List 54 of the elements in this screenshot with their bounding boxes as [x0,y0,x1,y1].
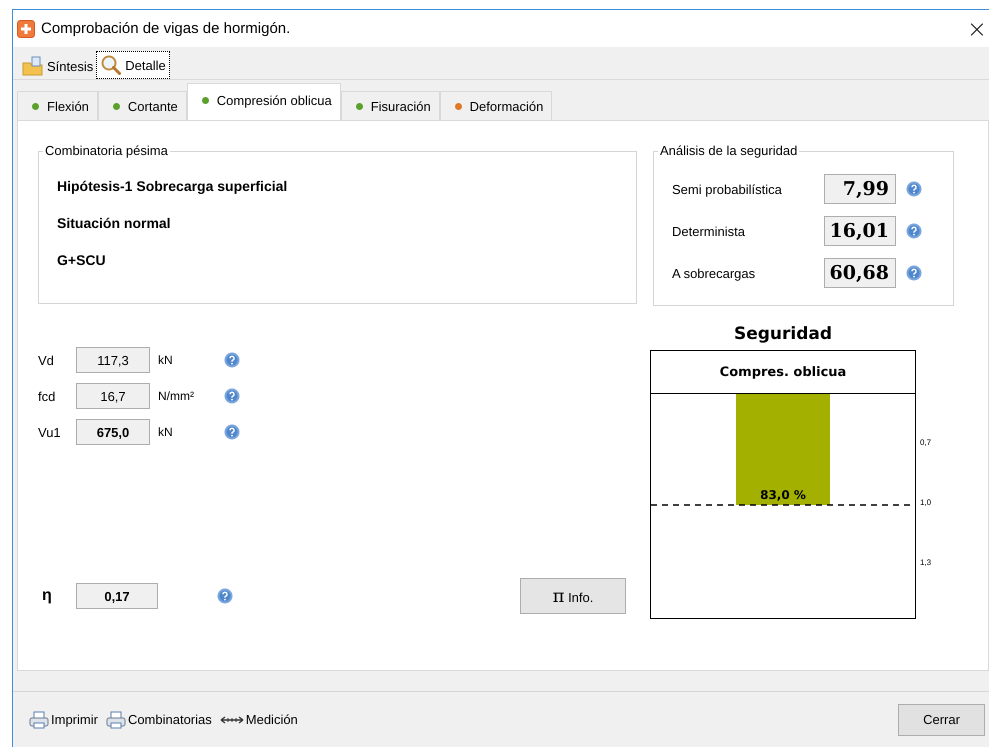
combination-text: Hipótesis-1 Sobrecarga superficial [57,178,288,196]
toolbar-button[interactable]: Combinatorias [104,710,214,728]
help-icon[interactable] [224,388,240,404]
measure-arrow-icon [220,714,244,724]
info-button[interactable]: π Info. [520,578,626,614]
field-label: A sobrecargas [672,266,756,280]
unit-label: kN [157,425,174,439]
help-icon[interactable] [224,424,240,440]
combination-text: Situación normal [57,215,172,233]
value-field: 7,99 [824,174,896,204]
close-button[interactable]: Cerrar [898,704,985,736]
check-tab[interactable]: Cortante [98,91,187,120]
scale-label: 0,7 [920,438,932,447]
folder-icon [22,56,44,76]
help-icon[interactable] [217,588,233,604]
toolbar-button[interactable]: Imprimir [27,710,100,728]
field-label: Vd [38,352,55,368]
view-tab[interactable]: Detalle [96,51,170,79]
help-icon[interactable] [906,265,922,281]
field-label: Semi probabilística [672,182,783,196]
field-label: fcd [38,388,56,404]
unit-label: N/mm² [157,389,195,403]
value-field: 60,68 [824,258,896,288]
field-label: Vu1 [38,424,62,440]
field-label: Determinista [672,224,746,238]
printer-icon [106,710,126,728]
check-tab[interactable]: Compresión oblicua [186,83,341,120]
value-field: 0,17 [76,583,158,609]
help-icon[interactable] [906,181,922,197]
scale-label: 1,0 [920,498,932,507]
magnifier-icon [100,54,122,76]
group-title: Análisis de la seguridad [658,143,800,158]
unit-label: kN [157,353,174,367]
value-field: 16,01 [824,216,896,246]
value-field: 675,0 [76,419,150,445]
help-icon[interactable] [224,352,240,368]
view-tab[interactable]: Síntesis [19,53,96,79]
combination-text: G+SCU [57,252,107,270]
value-field: 117,3 [76,347,150,373]
scale-label: 1,3 [920,558,932,567]
group-title: Combinatoria pésima [43,143,170,158]
value-field: 16,7 [76,383,150,409]
check-tab[interactable]: Fisuración [340,91,440,120]
help-icon[interactable] [906,223,922,239]
eta-label: η [41,587,53,605]
check-tab[interactable]: Deformación [440,91,552,120]
check-tab[interactable]: Flexión [17,91,98,120]
bar-value-label: 83,0 % [760,488,806,502]
window-title: Comprobación de vigas de hormigón. [41,20,290,37]
toolbar-button[interactable]: Medición [218,712,300,727]
app-icon [17,20,35,38]
close-button[interactable]: × [964,16,989,40]
chart-title: Seguridad [732,324,834,346]
printer-icon [29,710,49,728]
